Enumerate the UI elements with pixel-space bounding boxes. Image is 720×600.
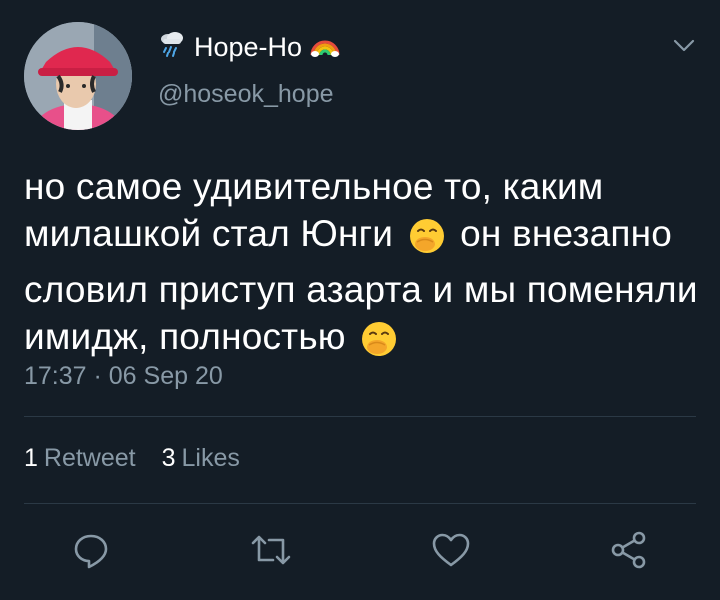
tweet-line: милашкой стал Юнги он внезапно bbox=[24, 210, 704, 266]
rainbow-icon bbox=[310, 31, 340, 64]
tweet-text-segment: имидж, полностью bbox=[24, 316, 346, 357]
avatar[interactable] bbox=[24, 22, 132, 130]
tweet-text-segment: милашкой стал Юнги bbox=[24, 213, 394, 254]
tweet-line: но самое удивительное то, каким bbox=[24, 166, 604, 207]
tweet-text: но самое удивительное то, каким милашкой… bbox=[24, 163, 704, 369]
chevron-down-icon[interactable] bbox=[672, 38, 696, 59]
likes-stat[interactable]: 3 Likes bbox=[162, 444, 240, 473]
tweet-line: имидж, полностью bbox=[24, 313, 704, 369]
retweet-stat[interactable]: 1 Retweet bbox=[24, 444, 136, 473]
cloud-rain-icon bbox=[158, 30, 186, 65]
likes-count: 3 bbox=[161, 444, 176, 472]
like-icon[interactable] bbox=[428, 528, 474, 572]
face-with-hand-over-mouth-icon bbox=[408, 217, 446, 266]
face-with-hand-over-mouth-icon bbox=[360, 320, 398, 369]
action-bar bbox=[0, 522, 720, 578]
divider bbox=[24, 503, 696, 504]
divider bbox=[24, 416, 696, 417]
retweet-icon[interactable] bbox=[248, 528, 294, 572]
avatar-image bbox=[24, 22, 132, 130]
reply-icon[interactable] bbox=[68, 528, 114, 572]
share-icon[interactable] bbox=[606, 528, 652, 572]
retweet-label: Retweet bbox=[43, 444, 136, 472]
user-handle[interactable]: @hoseok_hope bbox=[158, 80, 334, 109]
tweet-text-segment: он внезапно bbox=[460, 213, 673, 254]
display-name[interactable]: Hope-Ho bbox=[194, 32, 302, 63]
tweet-timestamp[interactable]: 17:37 · 06 Sep 20 bbox=[24, 362, 223, 391]
display-name-row[interactable]: Hope-Ho bbox=[158, 30, 340, 65]
tweet-line: словил приступ азарта и мы поменяли bbox=[24, 269, 698, 310]
retweet-count: 1 bbox=[24, 444, 38, 472]
likes-label: Likes bbox=[181, 444, 240, 472]
engagement-stats: 1 Retweet 3 Likes bbox=[24, 444, 240, 473]
